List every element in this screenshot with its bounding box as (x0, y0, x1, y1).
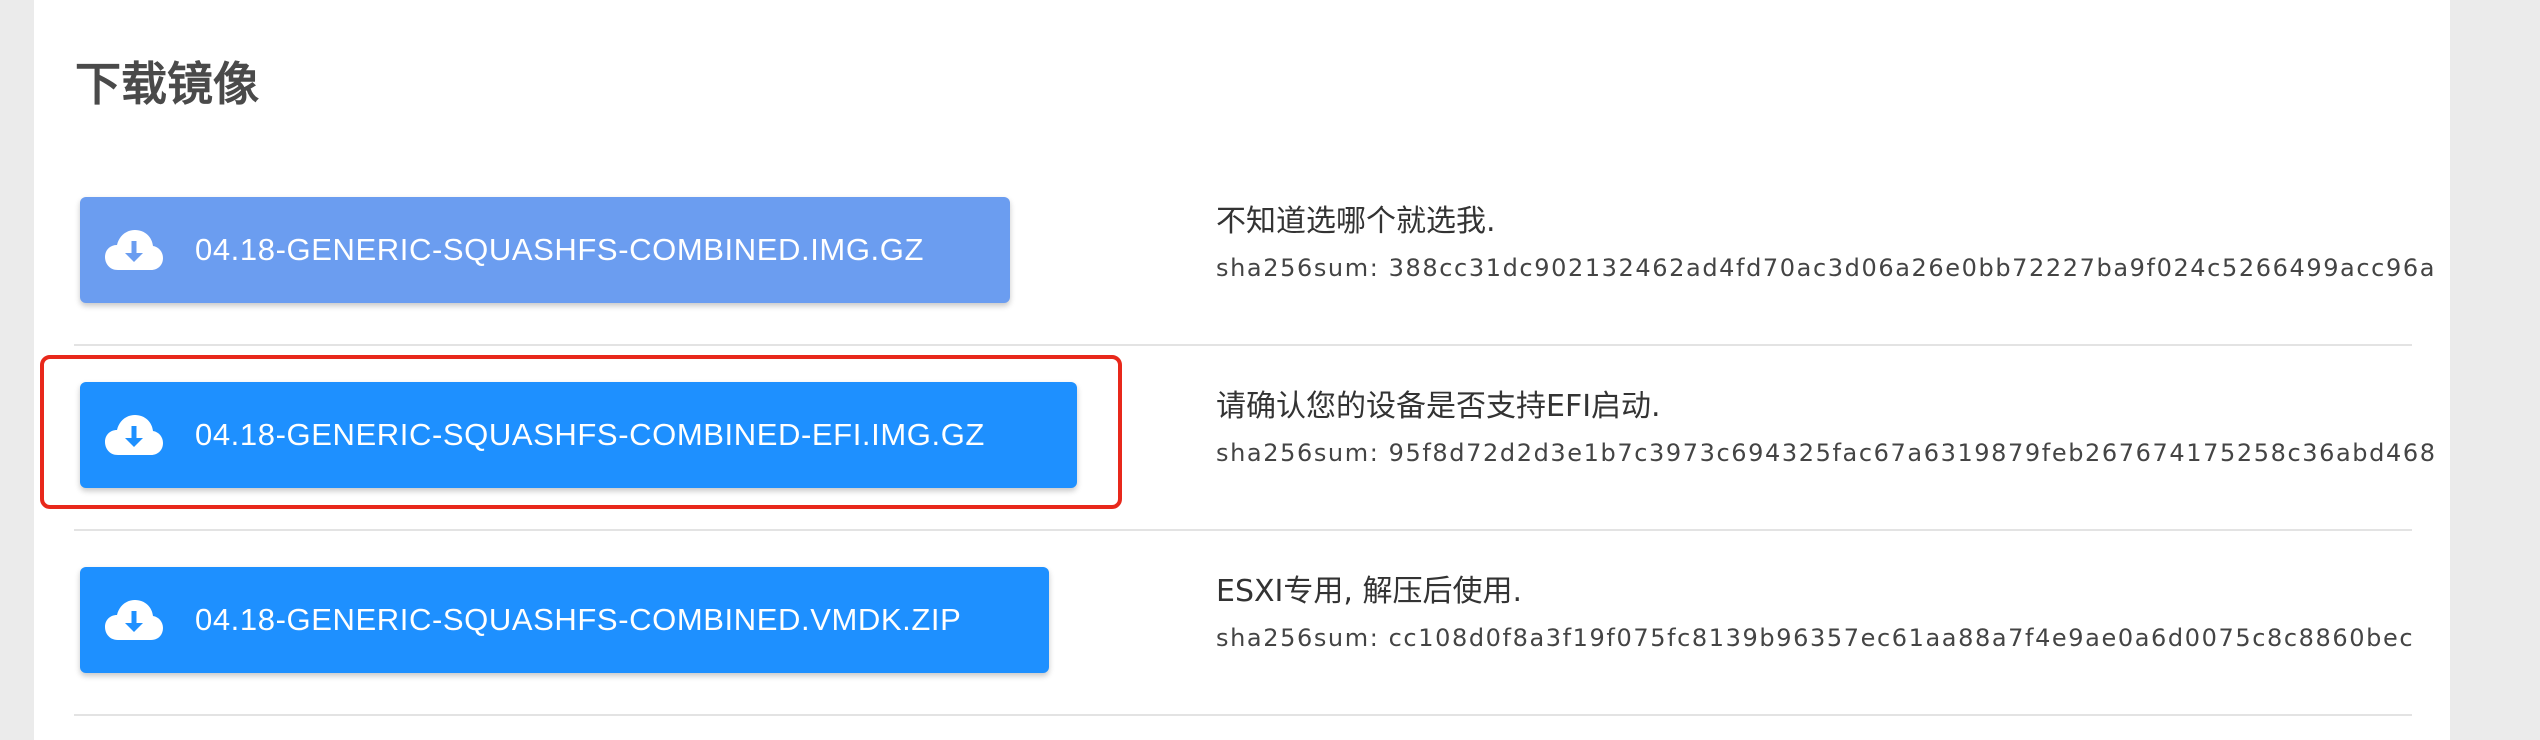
download-row: 04.18-GENERIC-SQUASHFS-COMBINED-EFI.IMG.… (74, 345, 2437, 531)
download-button-label: 04.18-GENERIC-SQUASHFS-COMBINED.VMDK.ZIP (195, 602, 962, 637)
download-card: 下载镜像 04.18-GENERIC-SQUASHFS-COMBINED.IMG… (34, 0, 2450, 740)
download-description: ESXI专用, 解压后使用. (1216, 574, 1523, 609)
download-button-efi-img-gz[interactable]: 04.18-GENERIC-SQUASHFS-COMBINED-EFI.IMG.… (80, 382, 1077, 488)
download-button-vmdk-zip[interactable]: 04.18-GENERIC-SQUASHFS-COMBINED.VMDK.ZIP (80, 567, 1049, 673)
download-info: ESXI专用, 解压后使用. sha256sum: cc108d0f8a3f19… (1216, 570, 2415, 656)
sha256-checksum: sha256sum: 95f8d72d2d3e1b7c3973c694325fa… (1216, 439, 2437, 467)
download-info: 不知道选哪个就选我. sha256sum: 388cc31dc902132462… (1216, 200, 2437, 286)
download-info: 请确认您的设备是否支持EFI启动. sha256sum: 95f8d72d2d3… (1216, 385, 2437, 471)
sha256-checksum: sha256sum: cc108d0f8a3f19f075fc8139b9635… (1216, 624, 2415, 652)
download-description: 不知道选哪个就选我. (1216, 204, 1496, 239)
cloud-download-icon (105, 230, 163, 270)
download-button-label: 04.18-GENERIC-SQUASHFS-COMBINED-EFI.IMG.… (195, 417, 985, 452)
download-description: 请确认您的设备是否支持EFI启动. (1216, 389, 1661, 424)
cloud-download-icon (105, 600, 163, 640)
sha256-checksum: sha256sum: 388cc31dc902132462ad4fd70ac3d… (1216, 254, 2437, 282)
section-title: 下载镜像 (75, 57, 259, 111)
cloud-download-icon (105, 415, 163, 455)
download-button-img-gz[interactable]: 04.18-GENERIC-SQUASHFS-COMBINED.IMG.GZ (80, 197, 1010, 303)
download-button-label: 04.18-GENERIC-SQUASHFS-COMBINED.IMG.GZ (195, 232, 925, 267)
download-row: 04.18-GENERIC-SQUASHFS-COMBINED.VMDK.ZIP… (74, 530, 2415, 716)
download-row: 04.18-GENERIC-SQUASHFS-COMBINED.IMG.GZ 不… (74, 160, 2437, 346)
